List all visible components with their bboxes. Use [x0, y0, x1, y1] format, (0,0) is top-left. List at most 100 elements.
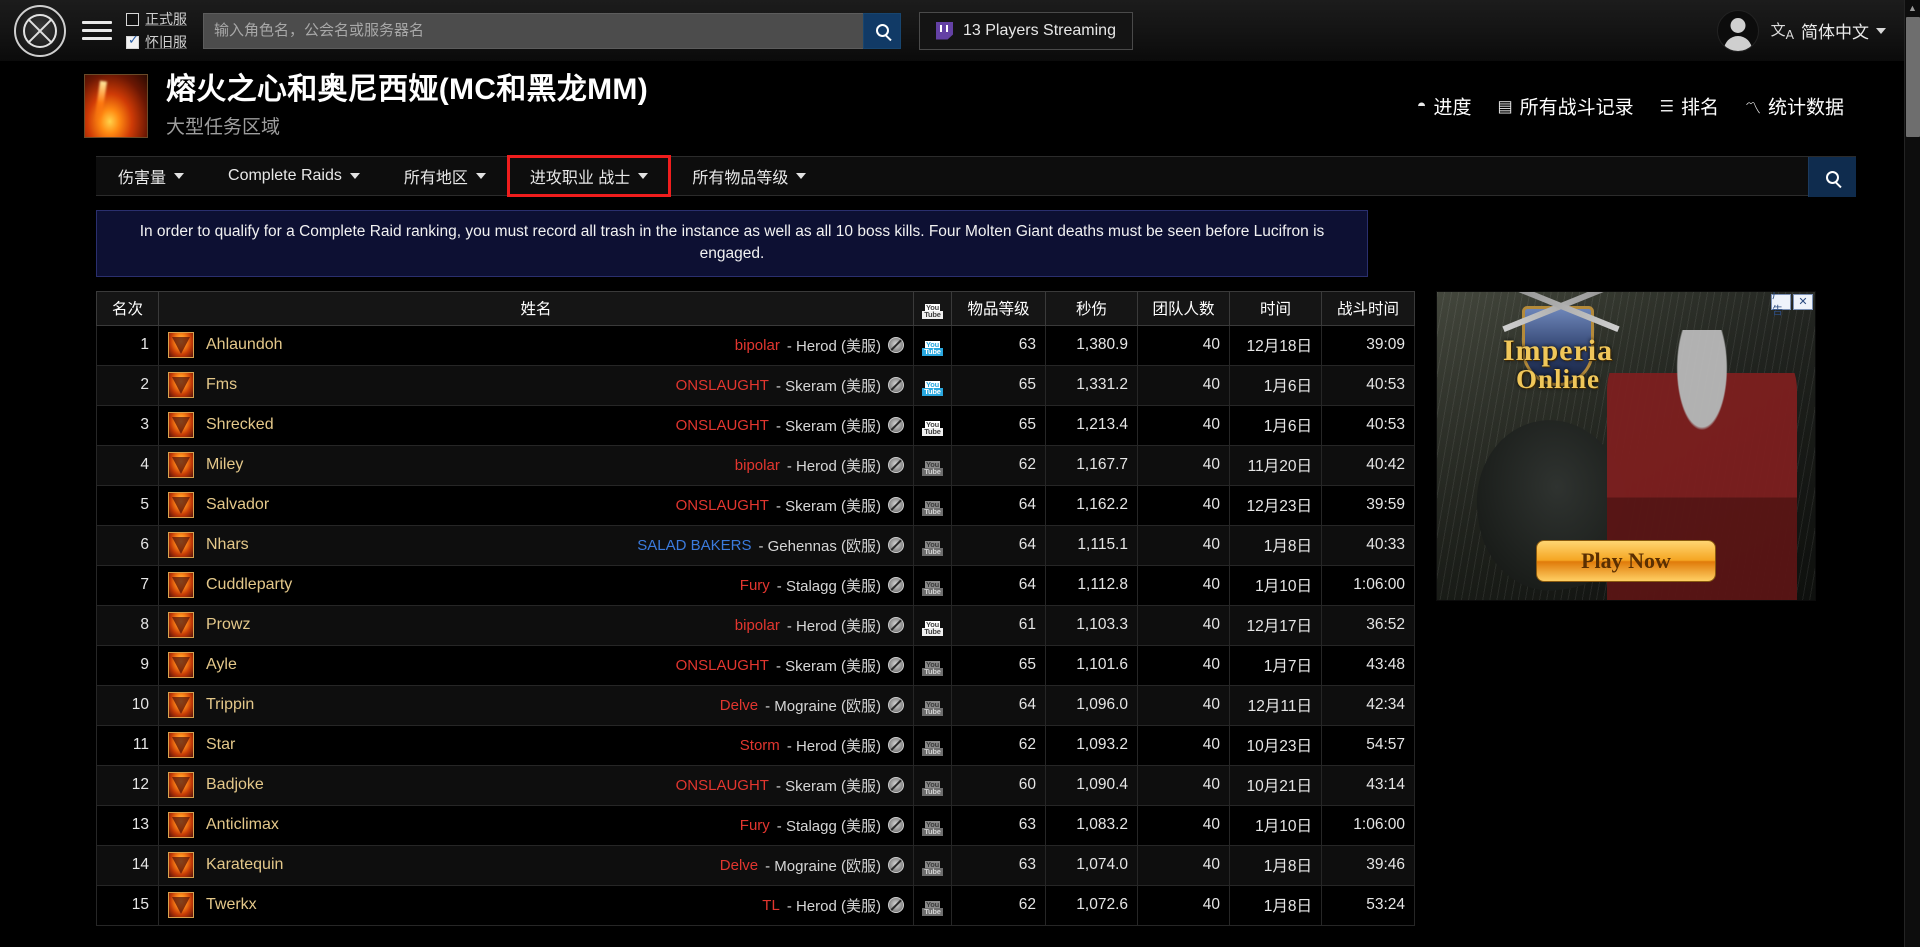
scrollbar-thumb[interactable] — [1906, 17, 1920, 137]
youtube-icon[interactable]: YouTube — [922, 739, 944, 757]
guild-name-link[interactable]: Delve — [720, 857, 758, 874]
column-header-dps[interactable]: 秒伤 — [1046, 291, 1138, 325]
guild-name-link[interactable]: ONSLAUGHT — [676, 417, 769, 434]
filter-region[interactable]: 所有地区 — [382, 156, 508, 196]
table-row[interactable]: 10TrippinDelve- Mograine (欧服)YouTube641,… — [97, 685, 1415, 725]
youtube-icon[interactable]: YouTube — [922, 699, 944, 717]
player-name-link[interactable]: Prowz — [206, 616, 250, 634]
armory-icon[interactable] — [888, 817, 904, 833]
filter-raid-type[interactable]: Complete Raids — [206, 156, 382, 196]
guild-name-link[interactable]: Storm — [740, 737, 780, 754]
classic-server-checkbox[interactable]: 怀旧服 — [126, 32, 187, 52]
armory-icon[interactable] — [888, 457, 904, 473]
player-name-link[interactable]: Nhars — [206, 536, 249, 554]
youtube-icon[interactable]: YouTube — [922, 899, 944, 917]
column-header-name[interactable]: 姓名 — [159, 291, 914, 325]
guild-name-link[interactable]: ONSLAUGHT — [676, 657, 769, 674]
cell-youtube[interactable]: YouTube — [914, 765, 952, 805]
page-scrollbar[interactable]: ▲ — [1904, 0, 1920, 947]
ad-close-icon[interactable]: ✕ — [1793, 294, 1813, 310]
armory-icon[interactable] — [888, 417, 904, 433]
player-name-link[interactable]: Twerkx — [206, 896, 257, 914]
guild-name-link[interactable]: ONSLAUGHT — [676, 777, 769, 794]
guild-name-link[interactable]: Delve — [720, 697, 758, 714]
column-header-rank[interactable]: 名次 — [97, 291, 159, 325]
cell-youtube[interactable]: YouTube — [914, 645, 952, 685]
player-name-link[interactable]: Karatequin — [206, 856, 283, 874]
guild-name-link[interactable]: bipolar — [735, 617, 780, 634]
cell-youtube[interactable]: YouTube — [914, 685, 952, 725]
guild-name-link[interactable]: SALAD BAKERS — [637, 537, 751, 554]
youtube-icon[interactable]: YouTube — [922, 779, 944, 797]
table-row[interactable]: 8Prowzbipolar- Herod (美服)YouTube611,103.… — [97, 605, 1415, 645]
armory-icon[interactable] — [888, 737, 904, 753]
guild-name-link[interactable]: ONSLAUGHT — [676, 497, 769, 514]
search-submit-button[interactable] — [863, 13, 901, 49]
guild-name-link[interactable]: bipolar — [735, 457, 780, 474]
armory-icon[interactable] — [888, 577, 904, 593]
site-logo-icon[interactable] — [14, 5, 66, 57]
player-name-link[interactable]: Cuddleparty — [206, 576, 292, 594]
table-row[interactable]: 7CuddlepartyFury- Stalagg (美服)YouTube641… — [97, 565, 1415, 605]
youtube-icon[interactable]: YouTube — [922, 579, 944, 597]
advertisement-banner[interactable]: Imperia Online Play Now 广告 ✕ — [1436, 291, 1816, 601]
cell-youtube[interactable]: YouTube — [914, 325, 952, 365]
cell-youtube[interactable]: YouTube — [914, 445, 952, 485]
cell-youtube[interactable]: YouTube — [914, 525, 952, 565]
youtube-icon[interactable]: YouTube — [922, 379, 944, 397]
youtube-icon[interactable]: YouTube — [922, 499, 944, 517]
table-row[interactable]: 3ShreckedONSLAUGHT- Skeram (美服)YouTube65… — [97, 405, 1415, 445]
scrollbar-up-arrow-icon[interactable]: ▲ — [1905, 0, 1920, 16]
filter-search-button[interactable] — [1808, 157, 1856, 197]
guild-name-link[interactable]: bipolar — [735, 337, 780, 354]
armory-icon[interactable] — [888, 897, 904, 913]
filter-class-spec[interactable]: 进攻职业 战士 — [508, 156, 670, 196]
table-row[interactable]: 12BadjokeONSLAUGHT- Skeram (美服)YouTube60… — [97, 765, 1415, 805]
cell-youtube[interactable]: YouTube — [914, 565, 952, 605]
table-row[interactable]: 9AyleONSLAUGHT- Skeram (美服)YouTube651,10… — [97, 645, 1415, 685]
armory-icon[interactable] — [888, 617, 904, 633]
checkbox-checked-icon[interactable] — [126, 36, 139, 49]
armory-icon[interactable] — [888, 657, 904, 673]
column-header-item-level[interactable]: 物品等级 — [952, 291, 1046, 325]
table-row[interactable]: 13AnticlimaxFury- Stalagg (美服)YouTube631… — [97, 805, 1415, 845]
player-name-link[interactable]: Fms — [206, 376, 237, 394]
player-name-link[interactable]: Miley — [206, 456, 243, 474]
retail-server-checkbox[interactable]: 正式服 — [126, 9, 187, 29]
cell-youtube[interactable]: YouTube — [914, 405, 952, 445]
search-input[interactable] — [203, 13, 863, 49]
column-header-raid-size[interactable]: 团队人数 — [1138, 291, 1230, 325]
player-name-link[interactable]: Shrecked — [206, 416, 274, 434]
youtube-icon[interactable]: YouTube — [922, 619, 944, 637]
column-header-date[interactable]: 时间 — [1230, 291, 1322, 325]
player-name-link[interactable]: Ayle — [206, 656, 237, 674]
guild-name-link[interactable]: ONSLAUGHT — [676, 377, 769, 394]
youtube-icon[interactable]: YouTube — [922, 339, 944, 357]
cell-youtube[interactable]: YouTube — [914, 725, 952, 765]
player-name-link[interactable]: Trippin — [206, 696, 254, 714]
player-name-link[interactable]: Anticlimax — [206, 816, 279, 834]
table-row[interactable]: 15TwerkxTL- Herod (美服)YouTube621,072.640… — [97, 885, 1415, 925]
guild-name-link[interactable]: Fury — [740, 817, 770, 834]
youtube-icon[interactable]: YouTube — [922, 859, 944, 877]
cell-youtube[interactable]: YouTube — [914, 605, 952, 645]
armory-icon[interactable] — [888, 777, 904, 793]
player-name-link[interactable]: Ahlaundoh — [206, 336, 283, 354]
language-selector[interactable]: 文A 简体中文 — [1771, 18, 1886, 43]
nav-item-progress[interactable]: ◓ 进度 — [1417, 93, 1472, 120]
guild-name-link[interactable]: Fury — [740, 577, 770, 594]
filter-item-level[interactable]: 所有物品等级 — [670, 156, 828, 196]
table-row[interactable]: 11StarStorm- Herod (美服)YouTube621,093.24… — [97, 725, 1415, 765]
twitch-streaming-button[interactable]: 13 Players Streaming — [919, 12, 1133, 50]
table-row[interactable]: 2FmsONSLAUGHT- Skeram (美服)YouTube651,331… — [97, 365, 1415, 405]
cell-youtube[interactable]: YouTube — [914, 845, 952, 885]
column-header-duration[interactable]: 战斗时间 — [1322, 291, 1415, 325]
ad-play-now-button[interactable]: Play Now — [1536, 540, 1716, 582]
cell-youtube[interactable]: YouTube — [914, 485, 952, 525]
youtube-icon[interactable]: YouTube — [922, 659, 944, 677]
hamburger-menu-icon[interactable] — [82, 16, 112, 45]
armory-icon[interactable] — [888, 857, 904, 873]
nav-item-rankings[interactable]: ☰ 排名 — [1660, 93, 1719, 120]
youtube-icon[interactable]: YouTube — [922, 419, 944, 437]
checkbox-unchecked-icon[interactable] — [126, 13, 139, 26]
